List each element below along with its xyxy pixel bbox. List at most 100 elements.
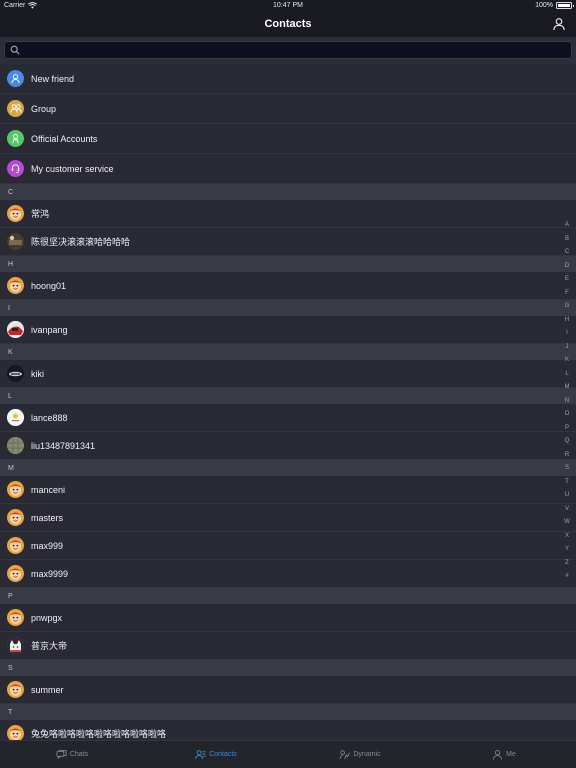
search-input[interactable]: [23, 42, 563, 58]
contact-row[interactable]: 陈很坚决滚滚滚哈哈哈哈: [0, 228, 576, 256]
index-letter[interactable]: Z: [562, 560, 572, 574]
index-letter[interactable]: G: [562, 303, 572, 317]
contact-row[interactable]: 常鸿: [0, 200, 576, 228]
customer-service-icon: [7, 160, 24, 177]
index-letter[interactable]: L: [562, 371, 572, 385]
index-letter[interactable]: Y: [562, 546, 572, 560]
page-title: Contacts: [264, 18, 312, 30]
contact-avatar: [7, 725, 24, 740]
section-header-s: S: [0, 660, 576, 676]
index-letter[interactable]: D: [562, 263, 572, 277]
feature-row-customer-service[interactable]: My customer service: [0, 154, 576, 184]
index-letter[interactable]: H: [562, 317, 572, 331]
contact-row[interactable]: masters: [0, 504, 576, 532]
index-letter[interactable]: F: [562, 290, 572, 304]
index-letter[interactable]: S: [562, 465, 572, 479]
index-letter[interactable]: W: [562, 519, 572, 533]
contact-avatar: [7, 437, 24, 454]
contact-row[interactable]: manceni: [0, 476, 576, 504]
index-letter[interactable]: C: [562, 249, 572, 263]
index-letter[interactable]: B: [562, 236, 572, 250]
contact-row[interactable]: hoong01: [0, 272, 576, 300]
index-letter[interactable]: #: [562, 573, 572, 587]
index-letter[interactable]: E: [562, 276, 572, 290]
search-icon: [10, 45, 20, 55]
feature-row-new-friend[interactable]: New friend: [0, 64, 576, 94]
contact-name: max9999: [31, 568, 69, 579]
battery-percent: 100%: [535, 2, 553, 9]
index-letter[interactable]: Q: [562, 438, 572, 452]
official-accounts-icon: [7, 130, 24, 147]
contact-name: max999: [31, 540, 64, 551]
contact-row[interactable]: 兔兔咯啦咯啦咯啦咯啦咯啦咯啦咯: [0, 720, 576, 740]
tab-dynamic[interactable]: Dynamic: [288, 741, 432, 768]
contact-row[interactable]: kiki: [0, 360, 576, 388]
tab-chats[interactable]: Chats: [0, 741, 144, 768]
new-friend-icon: [7, 70, 24, 87]
contact-name: hoong01: [31, 280, 67, 291]
contact-row[interactable]: liu13487891341: [0, 432, 576, 460]
tab-label: Me: [506, 751, 516, 758]
feature-row-official-accounts[interactable]: Official Accounts: [0, 124, 576, 154]
contact-avatar: [7, 481, 24, 498]
contact-row[interactable]: summer: [0, 676, 576, 704]
contact-avatar: [7, 321, 24, 338]
tab-me[interactable]: Me: [432, 741, 576, 768]
index-letter[interactable]: J: [562, 344, 572, 358]
search-box[interactable]: [4, 41, 572, 59]
feature-label: New friend: [31, 73, 75, 84]
battery-icon: [556, 2, 574, 9]
section-header-c: C: [0, 184, 576, 200]
contact-row[interactable]: ivanpang: [0, 316, 576, 344]
index-letter[interactable]: N: [562, 398, 572, 412]
index-letter[interactable]: X: [562, 533, 572, 547]
feature-label: My customer service: [31, 163, 114, 174]
contact-avatar: [7, 537, 24, 554]
contact-row[interactable]: 普京大帝: [0, 632, 576, 660]
search-area: [0, 37, 576, 64]
contact-name: summer: [31, 684, 64, 695]
contact-name: 兔兔咯啦咯啦咯啦咯啦咯啦咯啦咯: [31, 729, 167, 739]
contact-name: 常鸿: [31, 209, 50, 219]
battery-info: 100%: [535, 2, 574, 9]
contact-name: pnwpgx: [31, 612, 63, 623]
index-letter[interactable]: O: [562, 411, 572, 425]
contact-avatar: [7, 637, 24, 654]
contact-avatar: [7, 565, 24, 582]
contact-name: masters: [31, 512, 64, 523]
contact-avatar: [7, 365, 24, 382]
tab-contacts[interactable]: Contacts: [144, 741, 288, 768]
contact-name: lance888: [31, 412, 68, 423]
feature-label: Official Accounts: [31, 133, 98, 144]
contact-list[interactable]: New friend Group Official Accounts My cu…: [0, 64, 576, 740]
index-letter[interactable]: R: [562, 452, 572, 466]
tab-bar: Chats Contacts Dynamic Me: [0, 740, 576, 768]
index-letter[interactable]: A: [562, 222, 572, 236]
contact-row[interactable]: max9999: [0, 560, 576, 588]
feature-row-group[interactable]: Group: [0, 94, 576, 124]
contact-row[interactable]: lance888: [0, 404, 576, 432]
chats-icon: [56, 749, 67, 760]
index-letter[interactable]: V: [562, 506, 572, 520]
tab-label: Contacts: [209, 751, 237, 758]
contact-row[interactable]: pnwpgx: [0, 604, 576, 632]
tab-label: Dynamic: [353, 751, 381, 758]
contact-row[interactable]: max999: [0, 532, 576, 560]
index-letter[interactable]: K: [562, 357, 572, 371]
dynamic-icon: [339, 750, 351, 760]
feature-label: Group: [31, 103, 57, 114]
alphabet-index[interactable]: A B C D E F G H I J K L M N O P Q R S T U V W X Y Z #: [562, 222, 572, 587]
contact-name: ivanpang: [31, 324, 68, 335]
index-letter[interactable]: U: [562, 492, 572, 506]
index-letter[interactable]: I: [562, 330, 572, 344]
section-header-p: P: [0, 588, 576, 604]
contact-name: 普京大帝: [31, 641, 68, 651]
group-icon: [7, 100, 24, 117]
index-letter[interactable]: M: [562, 384, 572, 398]
section-header-m: M: [0, 460, 576, 476]
user-icon[interactable]: [552, 17, 566, 31]
index-letter[interactable]: P: [562, 425, 572, 439]
index-letter[interactable]: T: [562, 479, 572, 493]
contact-avatar: [7, 509, 24, 526]
status-bar: Carrier 10:47 PM 100%: [0, 0, 576, 12]
